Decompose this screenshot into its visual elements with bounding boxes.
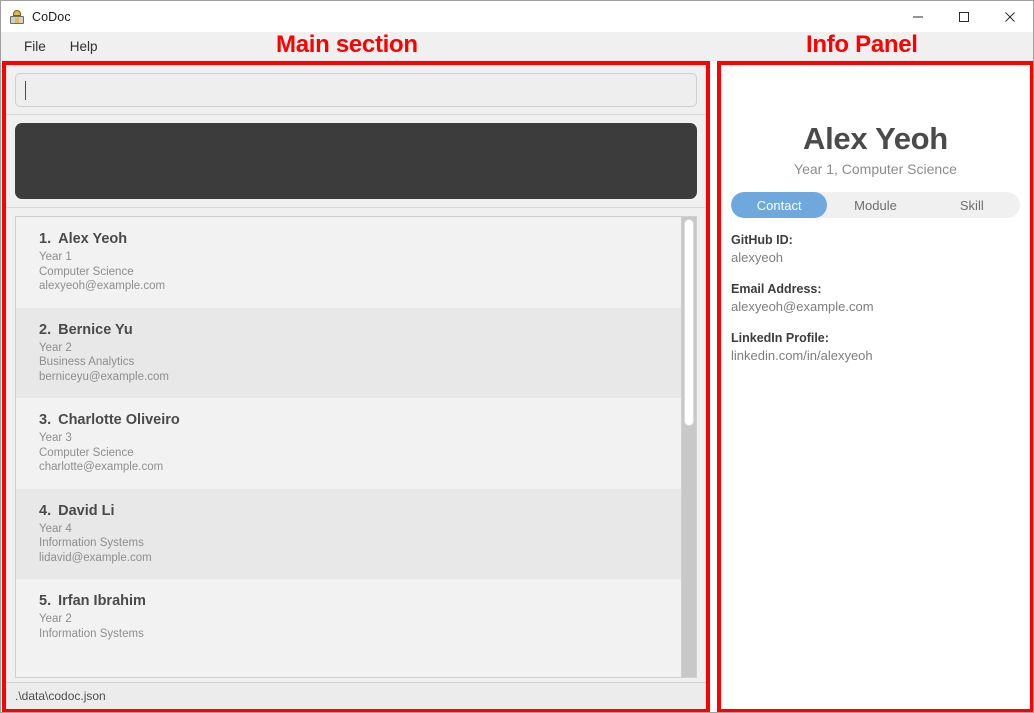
person-list-area: 1. Alex Yeoh Year 1 Computer Science alex…	[6, 208, 706, 682]
list-scrollbar[interactable]	[681, 217, 696, 677]
person-year: Year 1	[39, 251, 72, 263]
minimize-icon[interactable]	[895, 1, 941, 32]
person-title: 5. Irfan Ibrahim	[39, 593, 681, 609]
person-index: 5.	[39, 593, 52, 609]
annotation-main-section: Main section	[276, 31, 418, 58]
window-controls	[895, 1, 1033, 32]
list-item[interactable]: 2. Bernice Yu Year 2 Business Analytics b…	[16, 307, 681, 398]
status-bar: .\data\codoc.json	[6, 682, 706, 709]
person-major: Computer Science	[39, 265, 134, 278]
maximize-icon[interactable]	[941, 1, 987, 32]
tab-contact[interactable]: Contact	[731, 192, 828, 218]
field-label: LinkedIn Profile:	[731, 331, 829, 345]
person-name: Irfan Ibrahim	[58, 593, 146, 609]
list-item[interactable]: 5. Irfan Ibrahim Year 2 Information Syste…	[16, 579, 681, 655]
title-bar: CoDoc	[1, 1, 1033, 32]
person-major: Computer Science	[39, 446, 134, 459]
person-name: Bernice Yu	[58, 321, 133, 338]
field-value: alexyeoh	[731, 250, 784, 265]
field-email: Email Address: alexyeoh@example.com	[731, 281, 1020, 315]
person-major: Information Systems	[39, 627, 144, 640]
contact-fields: GitHub ID: alexyeoh Email Address: alexy…	[731, 232, 1020, 364]
main-section: 1. Alex Yeoh Year 1 Computer Science alex…	[2, 61, 710, 712]
menu-item-help[interactable]: Help	[61, 36, 107, 57]
person-list-panel: 1. Alex Yeoh Year 1 Computer Science alex…	[15, 216, 697, 678]
list-item[interactable]: 3. Charlotte Oliveiro Year 3 Computer Sci…	[16, 398, 681, 489]
person-email: alexyeoh@example.com	[39, 280, 166, 292]
tab-module[interactable]: Module	[827, 192, 923, 218]
person-email: charlotte@example.com	[39, 461, 164, 473]
person-index: 1.	[39, 231, 52, 247]
person-name: Alex Yeoh	[58, 231, 128, 247]
person-year: Year 3	[39, 432, 72, 444]
person-title: 2. Bernice Yu	[39, 322, 681, 338]
person-email: berniceyu@example.com	[39, 370, 169, 383]
scrollbar-thumb[interactable]	[684, 219, 694, 426]
result-area	[6, 115, 706, 208]
field-label: Email Address:	[731, 282, 822, 296]
result-display	[15, 123, 697, 199]
close-icon[interactable]	[987, 1, 1033, 32]
field-value: alexyeoh@example.com	[731, 299, 874, 314]
person-list[interactable]: 1. Alex Yeoh Year 1 Computer Science alex…	[16, 217, 681, 677]
person-title: 4. David Li	[39, 503, 681, 519]
person-title: 1. Alex Yeoh	[39, 231, 681, 247]
list-item[interactable]: 4. David Li Year 4 Information Systems li…	[16, 488, 681, 579]
command-input[interactable]	[15, 73, 697, 107]
list-item[interactable]: 1. Alex Yeoh Year 1 Computer Science alex…	[16, 217, 681, 308]
person-name: David Li	[58, 502, 115, 519]
person-index: 3.	[39, 412, 52, 428]
status-file-path: .\data\codoc.json	[15, 689, 106, 703]
info-panel: Alex Yeoh Year 1, Computer Science Conta…	[717, 61, 1033, 712]
person-year: Year 2	[39, 341, 72, 354]
person-year: Year 2	[39, 613, 72, 625]
person-detail-name: Alex Yeoh	[803, 121, 948, 156]
window-title: CoDoc	[32, 9, 71, 24]
person-major: Business Analytics	[39, 356, 135, 368]
menu-item-file[interactable]: File	[15, 36, 55, 57]
field-linkedin: LinkedIn Profile: linkedin.com/in/alexye…	[731, 330, 1020, 364]
annotation-info-panel: Info Panel	[806, 31, 918, 58]
field-github: GitHub ID: alexyeoh	[731, 232, 1020, 266]
field-label: GitHub ID:	[731, 233, 793, 247]
person-index: 4.	[39, 502, 52, 519]
person-title: 3. Charlotte Oliveiro	[39, 412, 681, 428]
command-area	[6, 65, 706, 115]
info-tab-bar: Contact Module Skill	[731, 192, 1020, 218]
person-email: lidavid@example.com	[39, 551, 152, 564]
field-value: linkedin.com/in/alexyeoh	[731, 348, 873, 363]
app-person-icon	[9, 9, 25, 25]
person-major: Information Systems	[39, 537, 144, 549]
person-year: Year 4	[39, 522, 72, 535]
application-window: CoDoc File Help Main section Info Panel	[0, 0, 1034, 713]
person-detail-subtitle: Year 1, Computer Science	[794, 161, 957, 177]
text-caret	[25, 80, 26, 100]
person-name: Charlotte Oliveiro	[58, 412, 180, 428]
tab-skill[interactable]: Skill	[924, 192, 1020, 218]
person-index: 2.	[39, 321, 52, 338]
